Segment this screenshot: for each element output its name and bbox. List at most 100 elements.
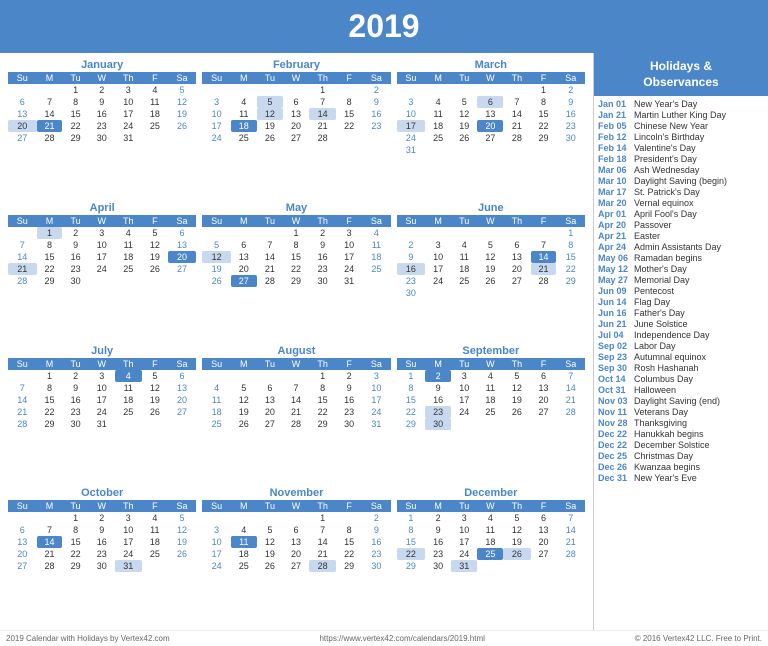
holiday-date: Oct 31 <box>598 385 630 395</box>
calendar-day: 21 <box>257 263 283 275</box>
month-title: December <box>397 487 585 499</box>
calendar-day: 12 <box>503 382 530 394</box>
calendar-app: 20 19 JanuarySuMTuWThFSa12345678910111213… <box>0 0 768 646</box>
calendar-day: 10 <box>115 96 142 108</box>
holiday-date: Feb 12 <box>598 132 630 142</box>
calendar-day <box>8 370 37 382</box>
calendar-day: 14 <box>503 108 530 120</box>
calendar-day <box>556 418 585 430</box>
calendar-day <box>503 287 530 299</box>
calendar-day: 3 <box>425 239 451 251</box>
calendar-day: 20 <box>531 394 557 406</box>
calendar-day: 12 <box>202 251 231 263</box>
holiday-name: Rosh Hashanah <box>634 363 699 373</box>
calendar-day: 21 <box>503 120 530 132</box>
calendar-day <box>336 84 362 96</box>
calendar-day: 27 <box>477 132 503 144</box>
calendar-day: 12 <box>257 108 283 120</box>
holiday-date: Dec 26 <box>598 462 630 472</box>
calendar-day <box>425 84 451 96</box>
calendar-day: 30 <box>62 275 88 287</box>
calendar-day: 6 <box>8 524 37 536</box>
calendar-day: 28 <box>37 560 63 572</box>
calendar-day: 10 <box>362 382 391 394</box>
calendar-day: 14 <box>309 108 336 120</box>
holiday-date: Nov 11 <box>598 407 630 417</box>
holiday-name: Thanksgiving <box>634 418 687 428</box>
calendar-day <box>283 370 309 382</box>
holiday-item: Oct 31Halloween <box>598 385 764 395</box>
calendar-day <box>142 560 168 572</box>
calendar-day: 5 <box>142 227 168 239</box>
holiday-item: Sep 23Autumnal equinox <box>598 352 764 362</box>
holiday-name: Memorial Day <box>634 275 690 285</box>
calendar-day: 24 <box>115 548 142 560</box>
calendar-day: 7 <box>37 96 63 108</box>
calendar-day: 31 <box>89 418 115 430</box>
calendar-day: 26 <box>503 406 530 418</box>
calendar-day: 16 <box>89 536 115 548</box>
calendar-day: 4 <box>142 512 168 524</box>
calendar-day: 21 <box>8 406 37 418</box>
calendar-day: 31 <box>451 560 477 572</box>
holiday-name: Veterans Day <box>634 407 688 417</box>
calendar-day: 12 <box>503 524 530 536</box>
calendar-day: 12 <box>142 382 168 394</box>
calendar-day <box>531 560 557 572</box>
calendar-day: 9 <box>336 382 362 394</box>
holiday-name: April Fool's Day <box>634 209 697 219</box>
month-may: MaySuMTuWThFSa12345678910111213141516171… <box>200 200 392 341</box>
calendar-day: 20 <box>531 536 557 548</box>
calendar-day <box>531 287 557 299</box>
calendar-day: 25 <box>362 263 391 275</box>
calendar-day: 21 <box>309 548 336 560</box>
calendar-day: 3 <box>89 370 115 382</box>
calendar-day: 7 <box>309 96 336 108</box>
holiday-name: June Solstice <box>634 319 688 329</box>
calendar-day <box>477 227 503 239</box>
calendar-day: 19 <box>168 536 197 548</box>
calendar-day: 28 <box>503 132 530 144</box>
calendar-day: 8 <box>309 382 336 394</box>
calendar-day: 20 <box>231 263 257 275</box>
holiday-date: Feb 05 <box>598 121 630 131</box>
holiday-item: Oct 14Columbus Day <box>598 374 764 384</box>
calendar-day: 4 <box>477 512 503 524</box>
calendar-day <box>397 84 426 96</box>
calendar-day: 11 <box>231 108 257 120</box>
holiday-date: Jun 14 <box>598 297 630 307</box>
calendar-day: 20 <box>168 251 197 263</box>
calendar-day: 5 <box>257 96 283 108</box>
calendar-day: 28 <box>8 275 37 287</box>
calendar-day: 11 <box>231 536 257 548</box>
holiday-item: Feb 18President's Day <box>598 154 764 164</box>
calendar-day: 17 <box>336 251 362 263</box>
calendar-day: 13 <box>8 108 37 120</box>
holiday-date: May 27 <box>598 275 630 285</box>
holiday-item: Nov 11 Veterans Day <box>598 407 764 417</box>
calendar-day <box>451 84 477 96</box>
calendar-day: 25 <box>451 275 477 287</box>
calendar-day <box>503 84 530 96</box>
holiday-item: May 12Mother's Day <box>598 264 764 274</box>
calendar-day: 23 <box>556 120 585 132</box>
calendar-day: 20 <box>477 120 503 132</box>
calendar-day: 9 <box>425 382 451 394</box>
calendar-day: 25 <box>477 406 503 418</box>
month-january: JanuarySuMTuWThFSa1234567891011121314151… <box>6 57 198 198</box>
calendar-day: 3 <box>89 227 115 239</box>
calendar-day: 16 <box>397 263 426 275</box>
calendar-day: 27 <box>168 263 197 275</box>
calendar-day: 17 <box>451 536 477 548</box>
calendar-day: 30 <box>425 418 451 430</box>
calendar-day: 6 <box>477 96 503 108</box>
calendar-day: 25 <box>142 120 168 132</box>
calendar-day: 10 <box>202 536 231 548</box>
calendar-day: 22 <box>531 120 557 132</box>
calendar-day: 30 <box>336 418 362 430</box>
holiday-name: December Solstice <box>634 440 710 450</box>
calendar-day: 2 <box>425 512 451 524</box>
calendar-day <box>8 84 37 96</box>
calendar-day: 11 <box>477 524 503 536</box>
calendar-day <box>503 144 530 156</box>
